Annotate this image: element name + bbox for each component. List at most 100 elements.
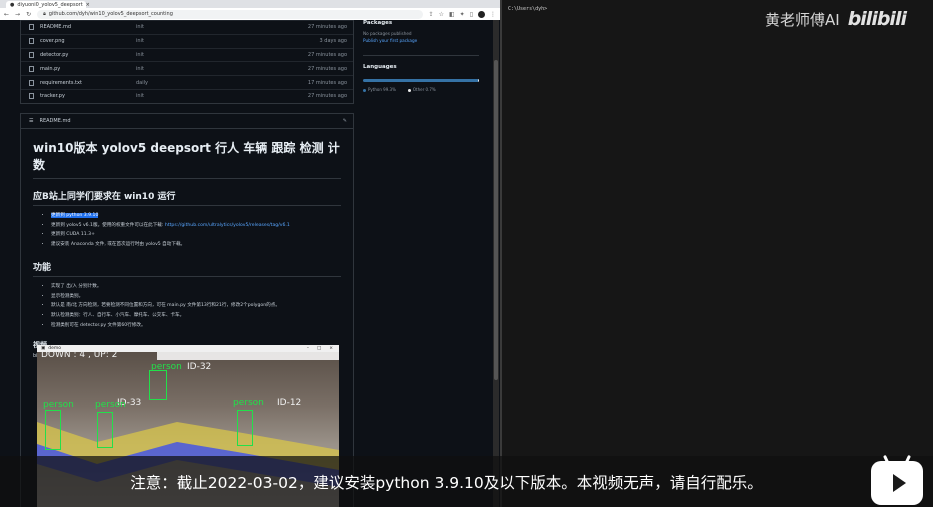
browser-tab[interactable]: ● diyuoni0_yolov5_deepsort × xyxy=(6,1,90,8)
file-icon xyxy=(29,65,34,72)
list-item: 更新到 yolov5 v6.1版。使用的权重文件可以在此下载: https://… xyxy=(51,221,341,231)
file-row[interactable]: tracker.py init 27 minutes ago xyxy=(21,88,353,103)
file-row[interactable]: main.py init 27 minutes ago xyxy=(21,61,353,75)
tab-title: diyuoni0_yolov5_deepsort xyxy=(17,1,83,8)
repo-sidebar: Packages No packages published Publish y… xyxy=(363,20,479,507)
list-item: 建议安装 Anaconda 文件, 或在首次运行时由 yolov5 自动下载。 xyxy=(51,240,341,250)
edit-pencil-icon[interactable]: ✎ xyxy=(343,118,347,124)
file-name[interactable]: tracker.py xyxy=(40,93,136,99)
commit-age: 27 minutes ago xyxy=(307,24,347,31)
detection-box xyxy=(45,410,61,450)
puzzle-icon[interactable]: ✦ xyxy=(460,11,465,18)
list-item: 更新到 CUDA 11.3+ xyxy=(51,230,341,240)
detection-label: person xyxy=(151,362,182,372)
section1-list: 更新到 python 3.9.10 更新到 yolov5 v6.1版。使用的权重… xyxy=(33,211,341,250)
lock-icon: 🔒︎ xyxy=(43,11,46,17)
weights-link[interactable]: https://github.com/ultralytics/yolov5/re… xyxy=(165,223,290,228)
file-name[interactable]: README.md xyxy=(40,24,136,30)
section2-list: 实现了 出/入 分别计数。 显示检测类别。 默认是 南/北 方向检测，若要检测不… xyxy=(33,282,341,331)
detection-id: ID-12 xyxy=(277,398,302,408)
readme-title: win10版本 yolov5 deepsort 行人 车辆 跟踪 检测 计数 xyxy=(33,139,341,179)
file-name[interactable]: cover.png xyxy=(40,38,136,44)
file-icon xyxy=(29,51,34,58)
file-name[interactable]: detector.py xyxy=(40,52,136,58)
file-row[interactable]: cover.png init 3 days ago xyxy=(21,33,353,48)
file-name[interactable]: requirements.txt xyxy=(40,80,136,86)
commit-age: 3 days ago xyxy=(319,38,347,45)
address-bar: ← → ↻ 🔒︎ github.com/dyh/win10_yolov5_dee… xyxy=(0,8,500,20)
commit-message[interactable]: init xyxy=(136,24,273,30)
reload-icon[interactable]: ↻ xyxy=(26,11,31,18)
tab-bar: ● diyuoni0_yolov5_deepsort × xyxy=(0,0,500,8)
scrollbar-thumb[interactable] xyxy=(494,60,498,380)
commit-message[interactable]: daily xyxy=(136,80,273,86)
commit-message[interactable]: init xyxy=(136,93,273,99)
commit-age: 27 minutes ago xyxy=(307,93,347,100)
commit-message[interactable]: init xyxy=(136,38,273,44)
file-list: README.md init 27 minutes ago cover.png init… xyxy=(20,20,354,104)
detection-box xyxy=(97,412,113,448)
forward-icon[interactable]: → xyxy=(15,11,20,18)
language-other[interactable]: Other 0.7% xyxy=(407,87,436,92)
github-icon: ● xyxy=(10,1,15,8)
packages-heading: Packages xyxy=(363,20,393,26)
channel-watermark: 黄老师傅AI bilibili xyxy=(765,8,907,30)
app-icon: ▣ xyxy=(41,346,46,351)
close-tab-icon[interactable]: × xyxy=(86,2,90,8)
file-icon xyxy=(29,24,34,31)
detection-label: person xyxy=(233,398,264,408)
commit-age: 27 minutes ago xyxy=(307,51,347,58)
list-item: 更新到 python 3.9.10 xyxy=(51,211,341,221)
back-icon[interactable]: ← xyxy=(4,11,9,18)
file-row[interactable]: detector.py init 27 minutes ago xyxy=(21,47,353,62)
list-item: 检测类别可在 detector.py 文件第60行修改。 xyxy=(51,321,341,331)
file-icon xyxy=(29,79,34,86)
file-row[interactable]: README.md init 27 minutes ago xyxy=(21,20,353,34)
maximize-icon[interactable]: □ xyxy=(317,346,321,351)
demo-titlebar: ▣ demo – □ × xyxy=(37,345,339,352)
demo-title: demo xyxy=(48,346,62,351)
detection-box xyxy=(149,370,167,400)
play-button[interactable] xyxy=(871,454,923,505)
subtitle-text: 注意：截止2022-03-02，建议安装python 3.9.10及以下版本。本… xyxy=(130,473,763,492)
commit-message[interactable]: init xyxy=(136,66,273,72)
detection-label: person xyxy=(43,400,74,410)
readme-filename: README.md xyxy=(39,118,71,124)
terminal-window[interactable]: C:\Users\dyh> xyxy=(500,0,933,507)
language-python[interactable]: Python 99.3% xyxy=(363,87,396,92)
file-icon xyxy=(29,93,34,100)
counter-text: DOWN : 4 , UP: 2 xyxy=(41,352,118,360)
detection-id: ID-32 xyxy=(187,362,212,372)
commit-age: 17 minutes ago xyxy=(307,79,347,86)
readme-header: ☰ README.md ✎ xyxy=(21,114,353,129)
file-icon xyxy=(29,38,34,45)
section2-heading: 功能 xyxy=(33,260,341,277)
minimize-icon[interactable]: – xyxy=(307,346,309,351)
file-name[interactable]: main.py xyxy=(40,66,136,72)
play-icon xyxy=(892,474,906,492)
languages-heading: Languages xyxy=(363,64,397,70)
list-item: 显示检测类别。 xyxy=(51,292,341,302)
sidepanel-icon[interactable]: ▯ xyxy=(470,11,473,18)
bookmark-star-icon[interactable]: ☆ xyxy=(439,11,444,18)
url-input[interactable]: 🔒︎ github.com/dyh/win10_yolov5_deepsort_… xyxy=(37,9,423,19)
detection-label: person xyxy=(95,400,126,410)
language-bar-other xyxy=(477,79,479,82)
page-scrollbar[interactable] xyxy=(493,20,499,507)
profile-avatar[interactable] xyxy=(478,10,485,18)
publish-package-link[interactable]: Publish your first package xyxy=(363,38,479,43)
list-item: 默认检测类别：行人、自行车、小汽车、摩托车、公交车、卡车。 xyxy=(51,311,341,321)
list-item: 实现了 出/入 分别计数。 xyxy=(51,282,341,292)
menu-kebab-icon[interactable]: ⋮ xyxy=(490,11,496,18)
file-row[interactable]: requirements.txt daily 17 minutes ago xyxy=(21,75,353,89)
list-icon[interactable]: ☰ xyxy=(29,118,33,124)
detection-box xyxy=(237,410,253,446)
commit-message[interactable]: init xyxy=(136,52,273,58)
watermark-text: 黄老师傅AI xyxy=(765,10,840,29)
extension-icon[interactable]: ◧ xyxy=(449,11,455,18)
commit-age: 27 minutes ago xyxy=(307,65,347,72)
share-icon[interactable]: ⇪ xyxy=(429,11,434,18)
list-item: 默认是 南/北 方向检测，若要检测不同位置和方向，可在 main.py 文件第1… xyxy=(51,301,341,311)
close-icon[interactable]: × xyxy=(329,346,333,351)
terminal-prompt: C:\Users\dyh> xyxy=(508,6,548,12)
